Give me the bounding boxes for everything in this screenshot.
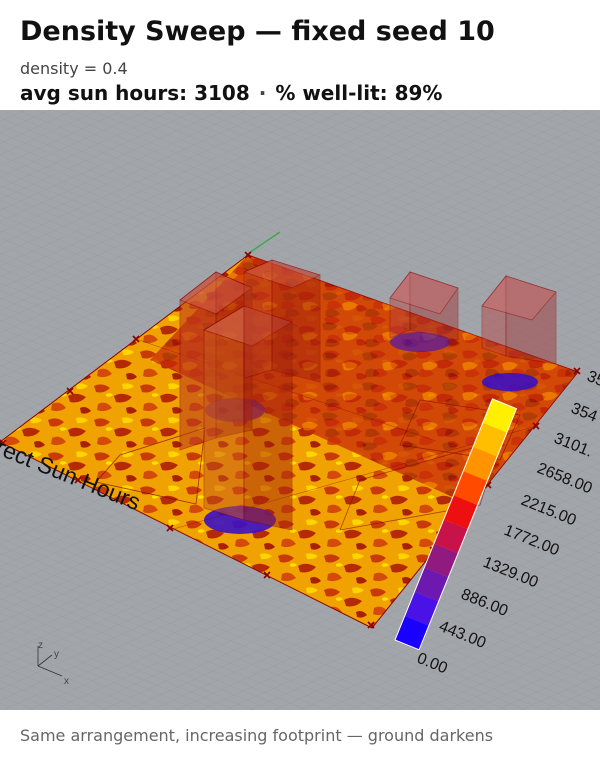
header: Density Sweep — fixed seed 10 density = … bbox=[0, 0, 600, 110]
building-mid bbox=[242, 259, 322, 383]
page-title: Density Sweep — fixed seed 10 bbox=[20, 16, 495, 47]
stats-separator: · bbox=[258, 81, 267, 105]
axis-y-label: y bbox=[54, 649, 59, 660]
figure-caption: Same arrangement, increasing footprint —… bbox=[20, 726, 494, 745]
viewport-canvas: 0.00 443.00 886.00 1329.00 1772.00 2215.… bbox=[0, 110, 600, 710]
3d-viewport[interactable]: 0.00 443.00 886.00 1329.00 1772.00 2215.… bbox=[0, 110, 600, 710]
axis-z-label: z bbox=[38, 640, 43, 651]
axis-x-label: x bbox=[64, 676, 69, 687]
stats-line: avg sun hours: 3108 · % well-lit: 89% bbox=[20, 81, 442, 105]
well-lit-percent: % well-lit: 89% bbox=[275, 81, 443, 105]
density-subtitle: density = 0.4 bbox=[20, 59, 128, 78]
avg-sun-hours: avg sun hours: 3108 bbox=[20, 81, 250, 105]
